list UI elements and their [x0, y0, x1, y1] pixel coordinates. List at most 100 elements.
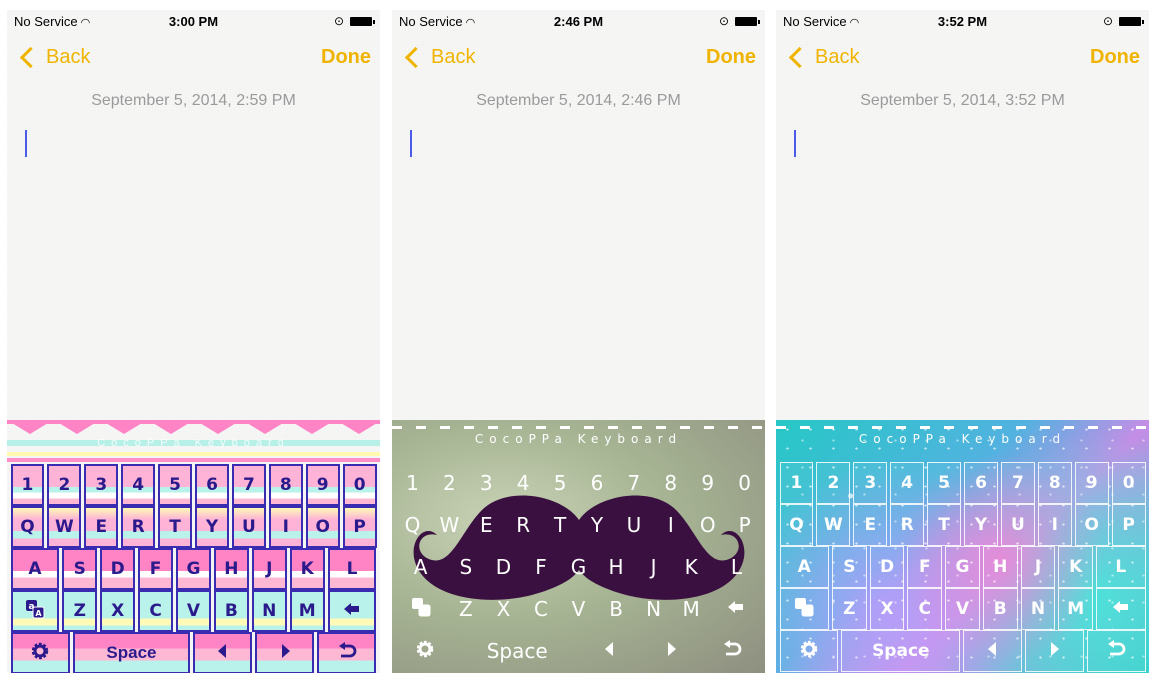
- backspace-key[interactable]: [1096, 588, 1146, 630]
- key-i[interactable]: I: [268, 506, 303, 548]
- key-e[interactable]: E: [469, 504, 503, 546]
- key-3[interactable]: 3: [469, 462, 503, 504]
- space-key[interactable]: Space: [457, 630, 578, 672]
- key-y[interactable]: Y: [580, 504, 614, 546]
- key-4[interactable]: 4: [890, 462, 925, 504]
- done-button[interactable]: Done: [321, 46, 371, 69]
- key-3[interactable]: 3: [853, 462, 888, 504]
- key-5[interactable]: 5: [543, 462, 577, 504]
- key-2[interactable]: 2: [47, 464, 82, 506]
- key-m[interactable]: M: [289, 590, 325, 632]
- key-i[interactable]: I: [654, 504, 688, 546]
- key-6[interactable]: 6: [580, 462, 614, 504]
- key-o[interactable]: O: [1074, 504, 1109, 546]
- settings-gear-key[interactable]: [779, 630, 839, 672]
- key-x[interactable]: X: [486, 588, 521, 630]
- note-text-area[interactable]: [392, 160, 765, 420]
- key-9[interactable]: 9: [1074, 462, 1109, 504]
- key-p[interactable]: P: [728, 504, 762, 546]
- key-a[interactable]: A: [779, 546, 829, 588]
- key-j[interactable]: J: [636, 546, 671, 588]
- back-button[interactable]: Back: [404, 46, 475, 69]
- key-p[interactable]: P: [1111, 504, 1146, 546]
- key-e[interactable]: E: [84, 506, 119, 548]
- key-r[interactable]: R: [121, 506, 156, 548]
- key-p[interactable]: P: [342, 506, 377, 548]
- note-text-area[interactable]: [7, 160, 380, 420]
- key-v[interactable]: V: [561, 588, 596, 630]
- key-l[interactable]: L: [327, 548, 377, 590]
- key-v[interactable]: V: [176, 590, 211, 632]
- key-u[interactable]: U: [1000, 504, 1035, 546]
- key-a[interactable]: A: [396, 546, 446, 588]
- key-0[interactable]: 0: [1111, 462, 1146, 504]
- done-button[interactable]: Done: [1090, 46, 1140, 69]
- space-key[interactable]: Space: [841, 630, 961, 672]
- key-h[interactable]: H: [213, 548, 249, 590]
- key-f[interactable]: F: [907, 546, 943, 588]
- key-l[interactable]: L: [711, 546, 761, 588]
- key-z[interactable]: Z: [62, 590, 98, 632]
- key-0[interactable]: 0: [728, 462, 762, 504]
- key-o[interactable]: O: [691, 504, 725, 546]
- key-r[interactable]: R: [890, 504, 925, 546]
- key-4[interactable]: 4: [121, 464, 156, 506]
- key-8[interactable]: 8: [1037, 462, 1072, 504]
- key-g[interactable]: G: [561, 546, 596, 588]
- key-b[interactable]: B: [599, 588, 634, 630]
- backspace-key[interactable]: [327, 590, 377, 632]
- language-switch-key[interactable]: aA: [10, 590, 60, 632]
- key-m[interactable]: M: [1058, 588, 1094, 630]
- key-y[interactable]: Y: [195, 506, 229, 548]
- cursor-left-key[interactable]: [193, 632, 253, 673]
- key-1[interactable]: 1: [10, 464, 45, 506]
- key-2[interactable]: 2: [816, 462, 851, 504]
- key-q[interactable]: Q: [779, 504, 814, 546]
- key-9[interactable]: 9: [305, 464, 340, 506]
- key-c[interactable]: C: [524, 588, 559, 630]
- key-y[interactable]: Y: [964, 504, 998, 546]
- key-s[interactable]: S: [449, 546, 484, 588]
- key-n[interactable]: N: [636, 588, 671, 630]
- key-0[interactable]: 0: [342, 464, 377, 506]
- key-u[interactable]: U: [231, 506, 266, 548]
- key-q[interactable]: Q: [396, 504, 430, 546]
- key-o[interactable]: O: [305, 506, 340, 548]
- key-a[interactable]: A: [10, 548, 60, 590]
- cursor-right-key[interactable]: [642, 630, 700, 672]
- key-f[interactable]: F: [138, 548, 174, 590]
- key-3[interactable]: 3: [84, 464, 119, 506]
- key-x[interactable]: X: [100, 590, 136, 632]
- return-key[interactable]: [317, 632, 377, 673]
- return-key[interactable]: [703, 630, 761, 672]
- cursor-right-key[interactable]: [1025, 630, 1084, 672]
- key-8[interactable]: 8: [268, 464, 303, 506]
- key-4[interactable]: 4: [506, 462, 540, 504]
- note-text-area[interactable]: [776, 160, 1149, 420]
- cursor-left-key[interactable]: [581, 630, 639, 672]
- key-v[interactable]: V: [945, 588, 980, 630]
- key-b[interactable]: B: [982, 588, 1018, 630]
- cursor-right-key[interactable]: [255, 632, 315, 673]
- backspace-key[interactable]: [711, 588, 761, 630]
- key-w[interactable]: W: [816, 504, 851, 546]
- key-k[interactable]: K: [1058, 546, 1094, 588]
- key-z[interactable]: Z: [449, 588, 484, 630]
- key-t[interactable]: T: [158, 506, 193, 548]
- key-d[interactable]: D: [486, 546, 521, 588]
- key-k[interactable]: K: [289, 548, 325, 590]
- key-7[interactable]: 7: [231, 464, 266, 506]
- key-w[interactable]: W: [47, 506, 82, 548]
- key-6[interactable]: 6: [964, 462, 998, 504]
- key-s[interactable]: S: [62, 548, 98, 590]
- key-7[interactable]: 7: [617, 462, 651, 504]
- key-c[interactable]: C: [138, 590, 174, 632]
- key-8[interactable]: 8: [654, 462, 688, 504]
- key-m[interactable]: M: [674, 588, 709, 630]
- key-h[interactable]: H: [982, 546, 1018, 588]
- key-d[interactable]: D: [869, 546, 905, 588]
- key-7[interactable]: 7: [1000, 462, 1035, 504]
- key-s[interactable]: S: [831, 546, 867, 588]
- cursor-left-key[interactable]: [963, 630, 1023, 672]
- key-k[interactable]: K: [674, 546, 709, 588]
